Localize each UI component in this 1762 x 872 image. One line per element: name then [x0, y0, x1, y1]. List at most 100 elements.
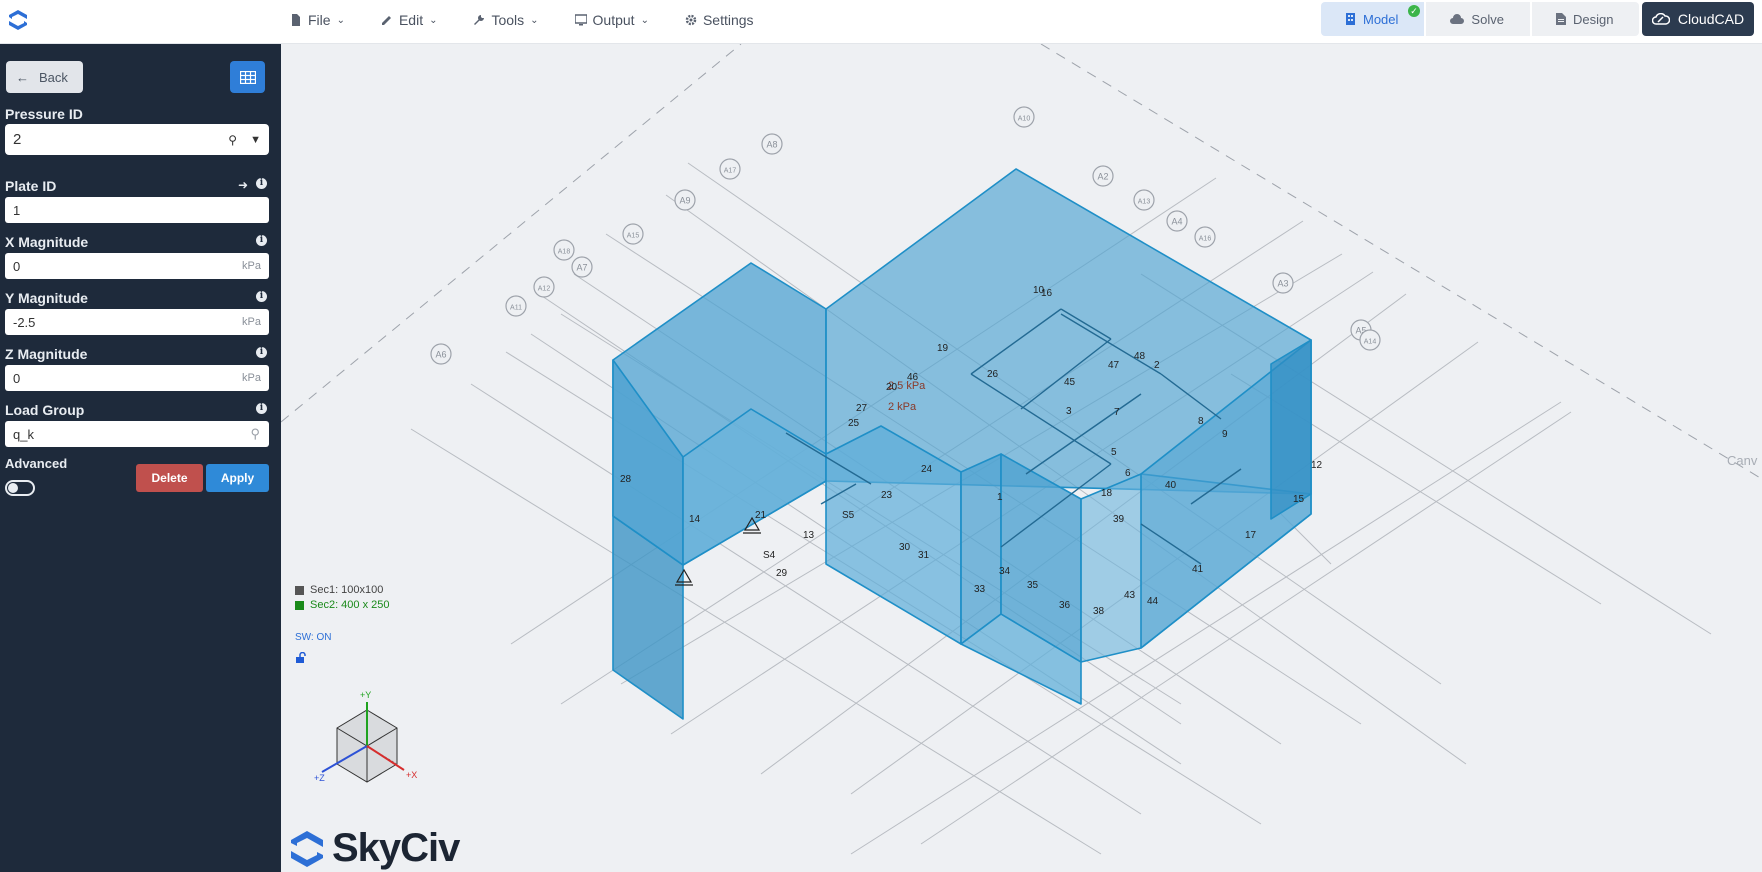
node-label-23[interactable]: 23	[881, 490, 893, 501]
search-icon[interactable]: ⚲	[250, 426, 260, 442]
node-label-6[interactable]: 6	[1125, 468, 1131, 479]
menu-tools[interactable]: Tools ⌄	[473, 12, 539, 28]
sign-in-icon[interactable]: ➜	[238, 178, 248, 192]
check-icon: ✓	[1408, 5, 1420, 17]
node-label-46[interactable]: 46	[907, 372, 919, 383]
node-label-16[interactable]: 16	[1041, 288, 1053, 299]
building-plates[interactable]	[612, 168, 1312, 720]
grid-bubble-A12[interactable]: A12	[533, 276, 555, 298]
chevron-down-icon[interactable]: ▼	[250, 134, 261, 146]
info-icon[interactable]: i	[256, 403, 267, 414]
node-label-9[interactable]: 9	[1222, 429, 1228, 440]
view-cube[interactable]: +Y +Z +X	[312, 688, 426, 800]
node-label-43[interactable]: 43	[1124, 590, 1136, 601]
node-label-40[interactable]: 40	[1165, 480, 1177, 491]
cloudcad-button[interactable]: CloudCAD	[1642, 2, 1754, 36]
node-label-45[interactable]: 45	[1064, 377, 1076, 388]
skyciv-logo-icon[interactable]	[6, 8, 30, 32]
model-viewport[interactable]: 2.5 kPa 2 kPa A8 A17 A9 A15 A18 A7 A12 A11 A6 A10…	[281, 44, 1762, 872]
info-icon[interactable]: i	[256, 178, 267, 189]
node-label-24[interactable]: 24	[921, 464, 933, 475]
node-label-S5[interactable]: S5	[842, 510, 855, 521]
node-label-33[interactable]: 33	[974, 584, 986, 595]
node-label-26[interactable]: 26	[987, 369, 999, 380]
apply-button[interactable]: Apply	[206, 464, 269, 492]
node-label-39[interactable]: 39	[1113, 514, 1125, 525]
grid-bubble-A13[interactable]: A13	[1133, 189, 1155, 211]
menu-file[interactable]: File ⌄	[290, 12, 345, 28]
z-magnitude-input[interactable]: 0 kPa	[5, 365, 269, 391]
node-label-44[interactable]: 44	[1147, 596, 1159, 607]
info-icon[interactable]: i	[256, 347, 267, 358]
node-label-29[interactable]: 29	[776, 568, 788, 579]
node-label-S4[interactable]: S4	[763, 550, 776, 561]
grid-bubble-A14[interactable]: A14	[1359, 329, 1381, 351]
node-label-14[interactable]: 14	[689, 514, 701, 525]
grid-bubble-A8[interactable]: A8	[761, 133, 783, 155]
node-label-2[interactable]: 2	[1154, 360, 1160, 371]
node-label-17[interactable]: 17	[1245, 530, 1257, 541]
back-button[interactable]: ← Back	[6, 61, 83, 93]
node-label-28[interactable]: 28	[620, 474, 632, 485]
grid-bubble-A3[interactable]: A3	[1272, 272, 1294, 294]
node-label-36[interactable]: 36	[1059, 600, 1071, 611]
node-label-31[interactable]: 31	[918, 550, 930, 561]
grid-bubble-A15[interactable]: A15	[622, 223, 644, 245]
plate-id-value: 1	[13, 202, 21, 218]
delete-button[interactable]: Delete	[136, 464, 203, 492]
grid-bubble-A16[interactable]: A16	[1194, 226, 1216, 248]
node-label-21[interactable]: 21	[755, 510, 767, 521]
monitor-icon	[574, 14, 587, 26]
menu-settings[interactable]: Settings	[685, 12, 754, 28]
node-label-20[interactable]: 20	[886, 382, 898, 393]
node-label-47[interactable]: 47	[1108, 360, 1120, 371]
node-label-19[interactable]: 19	[937, 343, 949, 354]
load-group-input[interactable]: q_k ⚲	[5, 421, 269, 447]
step-solve[interactable]: Solve	[1426, 2, 1530, 36]
info-icon[interactable]: i	[256, 291, 267, 302]
grid-bubble-A11[interactable]: A11	[505, 295, 527, 317]
self-weight-status[interactable]: SW: ON	[295, 632, 331, 643]
cloud-pen-icon	[1651, 13, 1670, 25]
grid-bubble-A7[interactable]: A7	[571, 256, 593, 278]
unlock-icon[interactable]	[295, 652, 307, 664]
node-label-34[interactable]: 34	[999, 566, 1011, 577]
node-label-12[interactable]: 12	[1311, 460, 1323, 471]
info-icon[interactable]: i	[256, 235, 267, 246]
menu-edit[interactable]: Edit ⌄	[381, 12, 437, 28]
model-scene[interactable]: 2.5 kPa 2 kPa A8A17A9A15A18A7A12A11A6A10…	[281, 44, 1762, 872]
step-design[interactable]: Design	[1531, 2, 1640, 36]
load-group-label: Load Group	[5, 402, 85, 418]
step-model[interactable]: Model ✓	[1321, 2, 1425, 36]
grid-bubble-A2[interactable]: A2	[1092, 165, 1114, 187]
grid-bubble-A9[interactable]: A9	[674, 189, 696, 211]
node-label-5[interactable]: 5	[1111, 447, 1117, 458]
node-label-35[interactable]: 35	[1027, 580, 1039, 591]
y-magnitude-input[interactable]: -2.5 kPa	[5, 309, 269, 335]
grid-bubble-A6[interactable]: A6	[430, 343, 452, 365]
node-label-38[interactable]: 38	[1093, 606, 1105, 617]
node-label-8[interactable]: 8	[1198, 416, 1204, 427]
plate-id-input[interactable]: 1	[5, 197, 269, 223]
grid-bubble-A4[interactable]: A4	[1166, 210, 1188, 232]
node-label-25[interactable]: 25	[848, 418, 860, 429]
table-view-button[interactable]	[230, 61, 265, 93]
node-label-7[interactable]: 7	[1114, 407, 1120, 418]
pressure-id-select[interactable]: 2 ⚲ ▼	[5, 124, 269, 155]
menu-output[interactable]: Output ⌄	[574, 12, 649, 28]
node-label-48[interactable]: 48	[1134, 351, 1146, 362]
node-label-30[interactable]: 30	[899, 542, 911, 553]
advanced-toggle[interactable]	[5, 480, 35, 496]
grid-bubble-A10[interactable]: A10	[1013, 106, 1035, 128]
node-label-27[interactable]: 27	[856, 403, 868, 414]
search-icon[interactable]: ⚲	[228, 133, 237, 147]
node-label-3[interactable]: 3	[1066, 406, 1072, 417]
node-label-13[interactable]: 13	[803, 530, 815, 541]
node-label-1[interactable]: 1	[997, 492, 1003, 503]
node-label-41[interactable]: 41	[1192, 564, 1204, 575]
node-label-18[interactable]: 18	[1101, 488, 1113, 499]
x-magnitude-input[interactable]: 0 kPa	[5, 253, 269, 279]
grid-bubble-A17[interactable]: A17	[719, 158, 741, 180]
node-label-15[interactable]: 15	[1293, 494, 1305, 505]
grid-bubble-A18[interactable]: A18	[553, 239, 575, 261]
